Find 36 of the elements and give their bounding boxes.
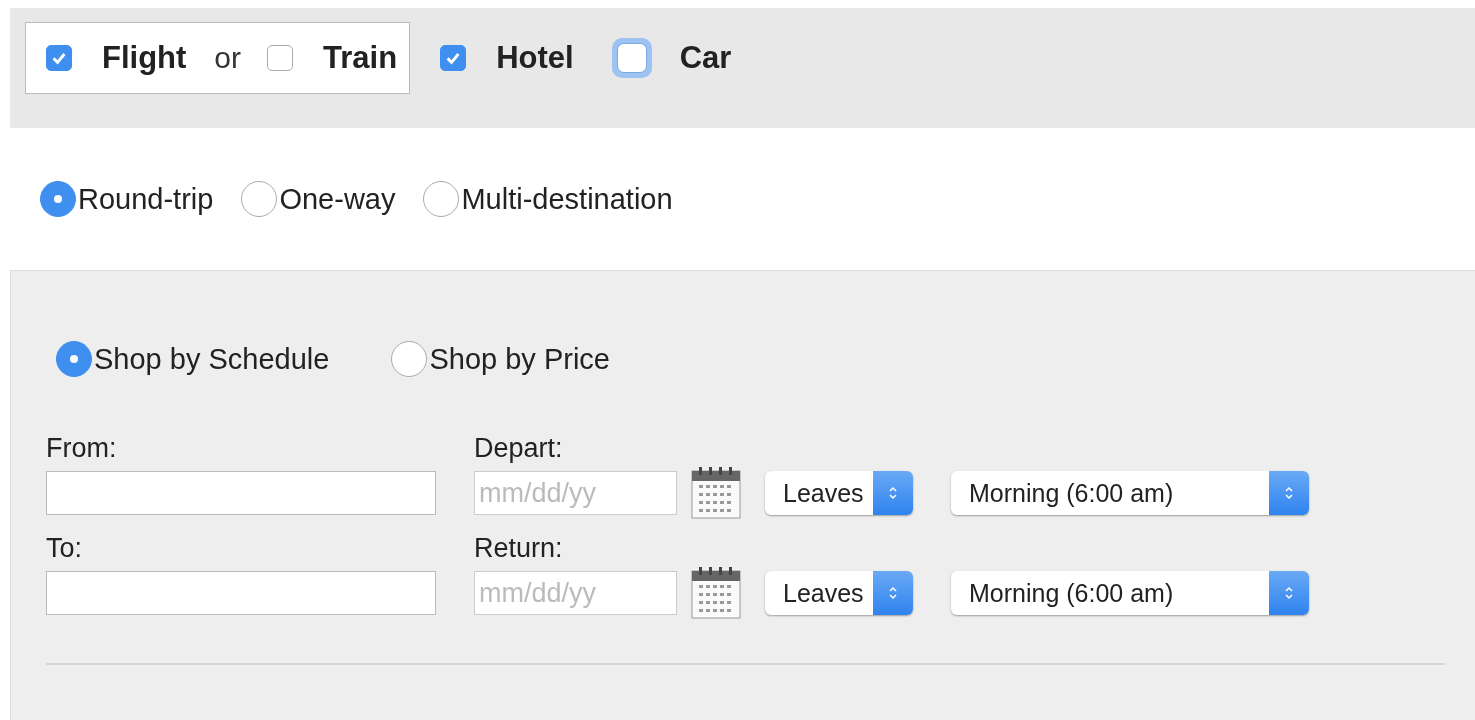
dropdown[interactable]: Morning (6:00 am) bbox=[951, 471, 1309, 515]
radio-label: Multi-destination bbox=[461, 182, 673, 216]
radio-label: Round-trip bbox=[78, 182, 214, 216]
dropdown[interactable]: Morning (6:00 am) bbox=[951, 571, 1309, 615]
dropdown[interactable]: Leaves bbox=[765, 471, 913, 515]
radio-button[interactable] bbox=[40, 181, 76, 217]
input-field[interactable] bbox=[46, 571, 436, 615]
field-label: From: bbox=[46, 432, 118, 465]
checkbox-label: Car bbox=[679, 40, 732, 76]
field-label: Depart: bbox=[474, 432, 564, 465]
checkbox-label: Hotel bbox=[496, 40, 574, 76]
radio-label: One-way bbox=[279, 182, 396, 216]
chevron-icon bbox=[873, 571, 913, 615]
date-field[interactable]: mm/dd/yy bbox=[474, 571, 677, 615]
separator-text: or bbox=[214, 41, 242, 75]
radio-label: Shop by Price bbox=[429, 342, 610, 376]
chevron-icon bbox=[1269, 571, 1309, 615]
radio-button[interactable] bbox=[241, 181, 278, 217]
chevron-icon bbox=[873, 471, 913, 515]
input-field[interactable] bbox=[46, 471, 436, 515]
checkbox[interactable] bbox=[46, 45, 72, 71]
dropdown[interactable]: Leaves bbox=[765, 571, 913, 615]
checkbox[interactable] bbox=[440, 45, 467, 71]
date-field[interactable]: mm/dd/yy bbox=[474, 471, 677, 515]
field-label: To: bbox=[46, 532, 84, 565]
chevron-icon bbox=[1269, 471, 1309, 515]
checkbox-label: Flight bbox=[102, 40, 187, 76]
radio-label: Shop by Schedule bbox=[94, 342, 330, 376]
radio-button[interactable] bbox=[56, 341, 92, 377]
checkbox-label: Train bbox=[323, 40, 398, 76]
field-label: Return: bbox=[474, 532, 564, 565]
radio-button[interactable] bbox=[391, 341, 428, 377]
radio-button[interactable] bbox=[423, 181, 460, 217]
calendar-icon[interactable] bbox=[691, 467, 741, 519]
checkbox[interactable] bbox=[267, 45, 294, 71]
calendar-icon[interactable] bbox=[691, 567, 741, 619]
